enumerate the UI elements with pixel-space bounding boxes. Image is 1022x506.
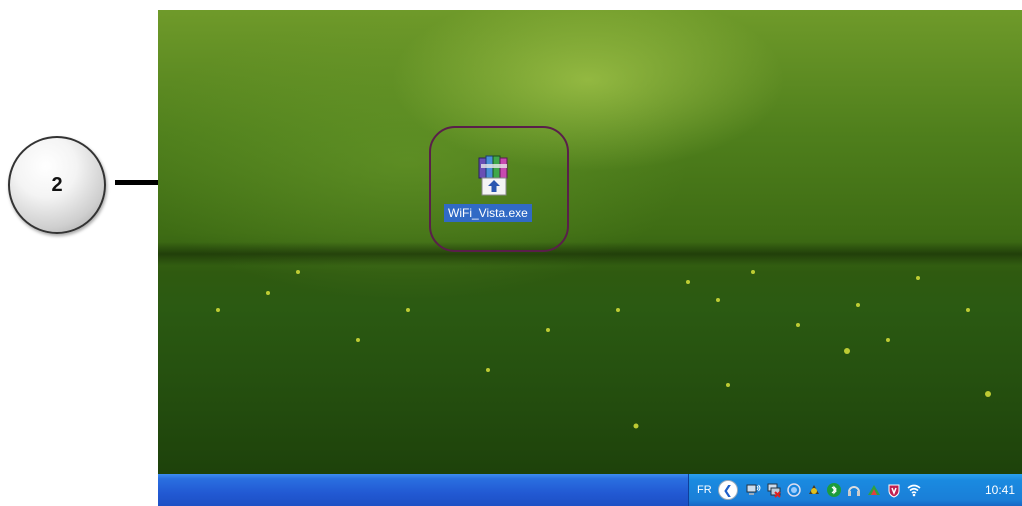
desktop: WiFi_Vista.exe FR ❮ 10:41 [158,10,1022,506]
headset-icon[interactable] [846,482,862,498]
network-connection-icon[interactable] [746,482,762,498]
network-activity-icon[interactable] [786,482,802,498]
meadow-flowers [216,270,991,429]
bluetooth-icon[interactable] [826,482,842,498]
desktop-icon-label[interactable]: WiFi_Vista.exe [444,204,532,222]
show-hidden-icons-button[interactable]: ❮ [717,480,738,500]
winrar-archive-icon [478,155,508,196]
taskbar: FR ❮ 10:41 [158,474,1022,506]
language-indicator[interactable]: FR [697,484,712,496]
wireless-disconnected-icon[interactable] [766,482,782,498]
system-tray: FR ❮ 10:41 [688,474,1022,506]
wifi-signal-icon[interactable] [906,482,922,498]
step-number: 2 [51,173,63,196]
desktop-icon-wifi-vista[interactable]: WiFi_Vista.exe [441,148,549,228]
connection-icon[interactable] [866,482,882,498]
step-callout: 2 [8,136,106,234]
antivirus-icon[interactable] [886,482,902,498]
security-icon[interactable] [806,482,822,498]
clock[interactable]: 10:41 [985,483,1015,497]
